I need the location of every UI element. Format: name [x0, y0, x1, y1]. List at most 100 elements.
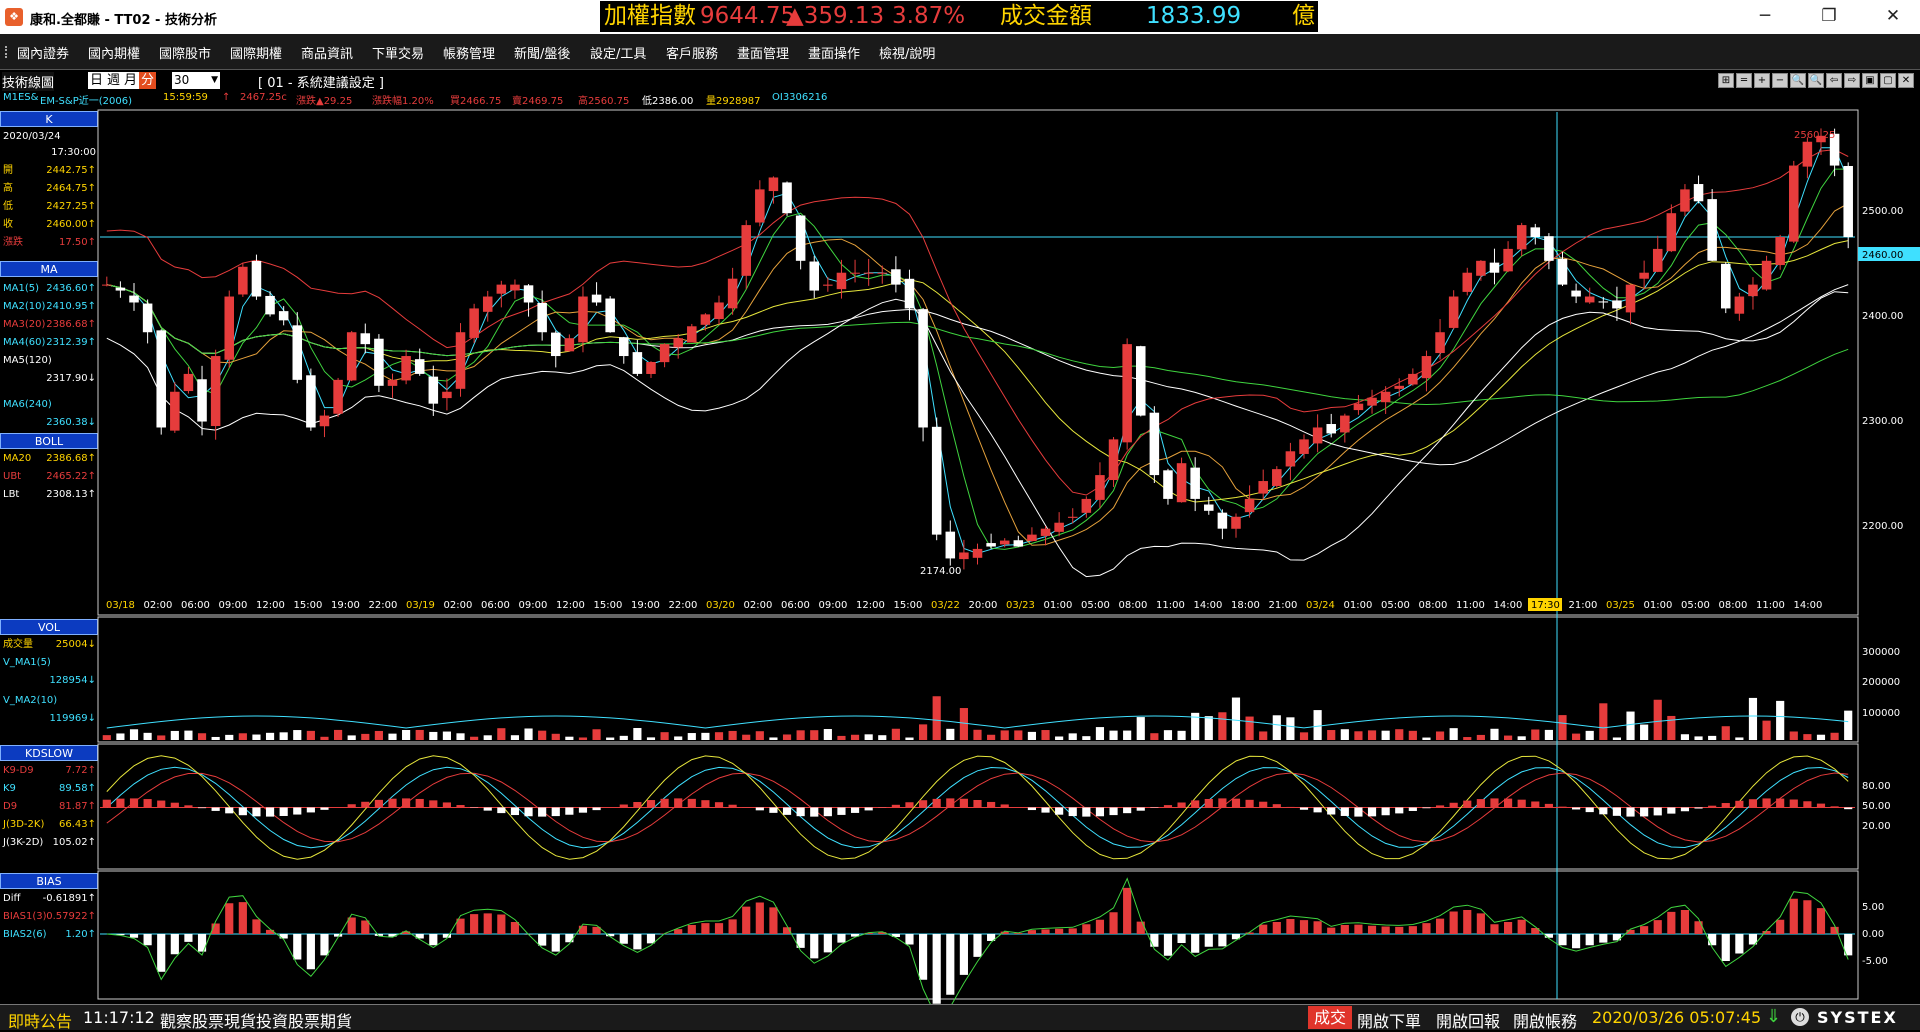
news-message[interactable]: 觀察股票現貨投資股票期貨	[160, 1008, 352, 1032]
trade-badge[interactable]: 成交	[1308, 1006, 1352, 1029]
bias-bar	[878, 932, 886, 934]
period-week-button[interactable]: 週	[105, 72, 122, 89]
volume-bar	[1722, 726, 1730, 740]
quote-pct: 漲跌幅1.20%	[372, 92, 434, 107]
candle	[224, 297, 234, 360]
close-chart-icon[interactable]: ✕	[1898, 73, 1914, 88]
menu-item[interactable]: 國際期權	[230, 43, 282, 62]
candle	[197, 379, 207, 421]
close-button[interactable]: ✕	[1870, 2, 1916, 30]
candle	[156, 330, 166, 427]
open-account-button[interactable]: 開啟帳務	[1513, 1008, 1577, 1032]
kd-diff-bar	[1735, 801, 1743, 808]
menu-item[interactable]: 客戶服務	[666, 43, 718, 62]
kd-diff-bar	[837, 808, 845, 815]
candle	[279, 311, 289, 320]
bias-bar	[620, 934, 628, 944]
candle	[1231, 517, 1241, 529]
kd-diff-bar	[1395, 808, 1403, 814]
kd-diff-bar	[1599, 808, 1607, 815]
menu-item[interactable]: 商品資訊	[301, 43, 353, 62]
candle	[333, 380, 343, 414]
open-order-button[interactable]: 開啟下單	[1357, 1008, 1421, 1032]
menu-item[interactable]: 國際股市	[159, 43, 211, 62]
search-alt-icon[interactable]: 🔍	[1808, 73, 1824, 88]
candle	[1680, 189, 1690, 211]
candle	[986, 543, 996, 546]
news-time: 11:17:12	[83, 1008, 155, 1027]
news-label[interactable]: 即時公告	[8, 1008, 72, 1032]
menu-item[interactable]: 檢視/說明	[879, 43, 935, 62]
menu-item[interactable]: 國內證券	[17, 43, 69, 62]
volume-bar	[892, 729, 900, 740]
candle	[1027, 535, 1037, 541]
menu-item[interactable]: 畫面操作	[808, 43, 860, 62]
candle	[1299, 439, 1309, 454]
scroll-right-icon[interactable]: ⇨	[1844, 73, 1860, 88]
bias-bar	[579, 926, 587, 934]
kd-diff-bar	[552, 808, 560, 817]
menu-item[interactable]: 國內期權	[88, 43, 140, 62]
candle	[1054, 523, 1064, 532]
kd-diff-bar	[701, 800, 709, 807]
period-minute-button[interactable]: 分	[139, 72, 156, 89]
candle	[1626, 285, 1636, 313]
scroll-left-icon[interactable]: ⇦	[1826, 73, 1842, 88]
candle	[1122, 344, 1132, 442]
kd-diff-bar	[1817, 804, 1825, 808]
candle	[701, 314, 711, 324]
maximize-button[interactable]: ❐	[1806, 2, 1852, 30]
volume-bar	[1395, 729, 1403, 740]
line-icon[interactable]: ═	[1736, 73, 1752, 88]
candle	[1245, 499, 1255, 512]
bias-bar	[1749, 934, 1757, 945]
candle	[129, 296, 139, 303]
layout-icon[interactable]: ▣	[1862, 73, 1878, 88]
kd-tick: 50.00	[1862, 801, 1891, 812]
volume-bar	[348, 735, 356, 740]
volume-bar	[402, 730, 410, 740]
technical-chart[interactable]: 2500.00 2400.00 2300.00 2200.00 2460.00 …	[0, 0, 1920, 1030]
candle	[456, 332, 466, 389]
time-axis-label: 03/25	[1606, 600, 1635, 611]
open-report-button[interactable]: 開啟回報	[1436, 1008, 1500, 1032]
volume-bar	[824, 729, 832, 740]
volume-bar	[620, 736, 628, 740]
kd-diff-bar	[1191, 800, 1199, 807]
volume-bar	[756, 731, 764, 740]
volume-bar	[1082, 736, 1090, 740]
volume-bar	[212, 737, 220, 740]
search-icon[interactable]: 🔍	[1790, 73, 1806, 88]
window-icon[interactable]: ▢	[1880, 73, 1896, 88]
vol-tick: 300000	[1862, 647, 1900, 658]
volume-bar	[715, 732, 723, 740]
bias-bar	[960, 934, 968, 975]
zoom-in-icon[interactable]: +	[1754, 73, 1770, 88]
volume-bar	[1477, 735, 1485, 740]
power-icon[interactable]: ⏻	[1791, 1008, 1809, 1026]
volume-bar	[1762, 721, 1770, 740]
interval-select[interactable]: 30 ▼	[172, 72, 220, 89]
minimize-button[interactable]: ─	[1742, 2, 1788, 30]
menu-item[interactable]: 新聞/盤後	[514, 43, 570, 62]
volume-bar	[184, 731, 192, 740]
zoom-out-icon[interactable]: −	[1772, 73, 1788, 88]
menu-item[interactable]: 帳務管理	[443, 43, 495, 62]
candle	[1463, 273, 1473, 292]
candle	[605, 299, 615, 333]
volume-bar	[688, 733, 696, 740]
volume-bar	[797, 730, 805, 740]
bias-bar	[1150, 934, 1158, 947]
bias-bar	[1273, 922, 1281, 934]
kd-diff-bar	[103, 800, 111, 808]
candle	[1775, 237, 1785, 265]
menu-item[interactable]: 畫面管理	[737, 43, 789, 62]
period-day-button[interactable]: 日	[88, 72, 105, 89]
window-title: 康和.全都賺 - TT02 - 技術分析	[30, 9, 217, 28]
candle	[1748, 285, 1758, 297]
grid-icon[interactable]: ⊞	[1718, 73, 1734, 88]
period-month-button[interactable]: 月	[122, 72, 139, 89]
time-axis-label: 01:00	[1644, 600, 1673, 611]
menu-item[interactable]: 設定/工具	[590, 43, 646, 62]
menu-item[interactable]: 下單交易	[372, 43, 424, 62]
